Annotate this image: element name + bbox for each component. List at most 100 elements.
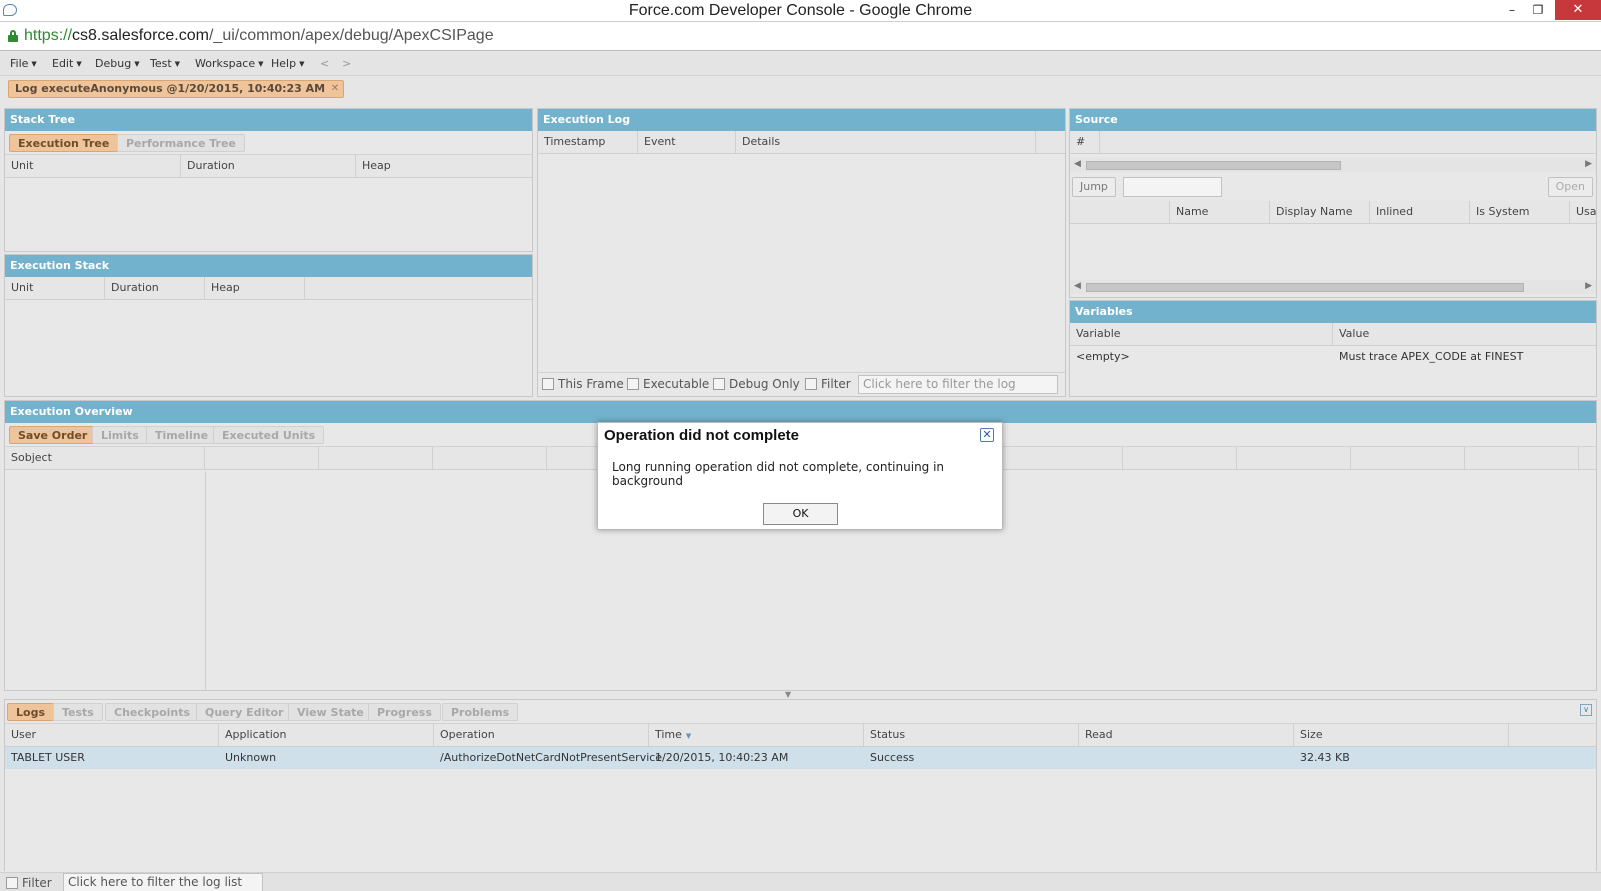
caret-down-icon: ▼ <box>258 60 264 68</box>
column-header[interactable] <box>1237 447 1351 469</box>
column-header[interactable]: Variable <box>1070 323 1333 345</box>
nav-forward-button[interactable]: > <box>342 57 351 70</box>
tab-checkpoints[interactable]: Checkpoints <box>105 703 200 721</box>
column-divider <box>205 471 206 690</box>
window-titlebar: Force.com Developer Console - Google Chr… <box>0 0 1601 22</box>
menu-debug[interactable]: Debug ▼ <box>95 57 140 70</box>
scroll-right-icon[interactable]: ▶ <box>1585 281 1592 291</box>
tab-timeline[interactable]: Timeline <box>146 426 218 444</box>
tab-tests[interactable]: Tests <box>53 703 103 721</box>
operation-dialog: Operation did not complete ✕ Long runnin… <box>597 422 1003 530</box>
tab-execution-tree[interactable]: Execution Tree <box>9 134 119 152</box>
tab-limits[interactable]: Limits <box>92 426 148 444</box>
log-filter-input[interactable]: Click here to filter the log <box>858 375 1058 394</box>
log-list-filter-checkbox[interactable]: Filter <box>6 876 52 890</box>
menu-help[interactable]: Help ▼ <box>271 57 304 70</box>
caret-down-icon: ▼ <box>76 60 82 68</box>
column-header[interactable]: Size <box>1294 724 1509 746</box>
column-header[interactable]: Details <box>736 131 1036 153</box>
column-header[interactable]: Name <box>1170 201 1270 223</box>
column-header[interactable]: Inlined <box>1370 201 1470 223</box>
url-text[interactable]: https://cs8.salesforce.com/_ui/common/ap… <box>24 27 494 45</box>
column-header[interactable] <box>1009 447 1123 469</box>
address-bar[interactable]: https://cs8.salesforce.com/_ui/common/ap… <box>0 22 1601 51</box>
column-header[interactable] <box>205 447 319 469</box>
log-list-filter-bar: Filter Click here to filter the log list <box>0 872 1601 891</box>
column-header[interactable]: Heap <box>356 155 532 177</box>
column-header[interactable]: Sobject <box>5 447 205 469</box>
column-header[interactable]: Status <box>864 724 1079 746</box>
column-header[interactable] <box>1465 447 1579 469</box>
log-tab[interactable]: Log executeAnonymous @1/20/2015, 10:40:2… <box>8 80 345 98</box>
column-header[interactable]: Unit <box>5 155 181 177</box>
column-header[interactable]: Unit <box>5 277 105 299</box>
table-row[interactable]: <empty> Must trace APEX_CODE at FINEST <box>1070 346 1596 368</box>
ok-button[interactable]: OK <box>763 503 838 525</box>
symbols-hscrollbar[interactable]: ◀ ▶ <box>1070 280 1596 294</box>
tab-view-state[interactable]: View State <box>288 703 373 721</box>
restore-icon[interactable]: ❐ <box>1525 0 1551 20</box>
minimize-icon[interactable]: – <box>1499 0 1525 20</box>
collapse-panel-icon[interactable]: ∨ <box>1580 704 1592 716</box>
tab-executed-units[interactable]: Executed Units <box>213 426 325 444</box>
column-header[interactable]: Value <box>1333 323 1596 345</box>
menu-file[interactable]: File ▼ <box>10 57 37 70</box>
console-menubar: File ▼ Edit ▼ Debug ▼ Test ▼ Workspace ▼ Help… <box>0 52 1601 76</box>
log-application: Unknown <box>225 751 277 764</box>
column-header[interactable]: Duration <box>105 277 205 299</box>
scroll-left-icon[interactable]: ◀ <box>1074 281 1081 291</box>
column-header[interactable]: Is System <box>1470 201 1570 223</box>
lock-icon <box>8 30 18 42</box>
scroll-left-icon[interactable]: ◀ <box>1074 159 1081 169</box>
column-header[interactable]: Application <box>219 724 434 746</box>
tab-progress[interactable]: Progress <box>368 703 441 721</box>
stack-tree-panel: Stack Tree Execution Tree Performance Tr… <box>4 108 533 252</box>
jump-input[interactable] <box>1123 177 1222 197</box>
tab-query-editor[interactable]: Query Editor <box>196 703 293 721</box>
log-read <box>1079 747 1085 769</box>
tab-save-order[interactable]: Save Order <box>9 426 97 444</box>
source-hscrollbar[interactable]: ◀ ▶ <box>1070 158 1596 172</box>
close-icon[interactable]: ✕ <box>980 428 994 442</box>
panel-title: Source <box>1070 109 1596 131</box>
column-header[interactable]: Event <box>638 131 736 153</box>
menu-workspace[interactable]: Workspace ▼ <box>195 57 264 70</box>
filter-checkbox[interactable]: Filter <box>805 377 851 391</box>
table-row[interactable]: TABLET USER Unknown /AuthorizeDotNetCard… <box>5 747 1596 769</box>
close-tab-icon[interactable]: ✕ <box>331 81 339 97</box>
panel-title: Execution Overview <box>5 401 1596 423</box>
column-header[interactable]: User <box>5 724 219 746</box>
debug-only-checkbox[interactable]: Debug Only <box>713 377 800 391</box>
log-time: 1/20/2015, 10:40:23 AM <box>655 751 789 764</box>
column-header[interactable]: Heap <box>205 277 305 299</box>
column-header[interactable]: Duration <box>181 155 356 177</box>
column-header[interactable]: Operation <box>434 724 649 746</box>
column-header[interactable] <box>1123 447 1237 469</box>
tab-logs[interactable]: Logs <box>7 703 54 721</box>
tab-performance-tree[interactable]: Performance Tree <box>117 134 245 152</box>
column-header-sorted[interactable]: Time ▼ <box>649 724 864 746</box>
tab-problems[interactable]: Problems <box>442 703 519 721</box>
column-header[interactable]: Display Name <box>1270 201 1370 223</box>
open-button[interactable]: Open <box>1547 177 1593 197</box>
this-frame-checkbox[interactable]: This Frame <box>542 377 624 391</box>
column-header[interactable]: Timestamp <box>538 131 638 153</box>
column-header[interactable]: Read <box>1079 724 1294 746</box>
menu-edit[interactable]: Edit ▼ <box>52 57 82 70</box>
menu-test[interactable]: Test ▼ <box>150 57 180 70</box>
log-user: TABLET USER <box>11 751 85 764</box>
close-window-button[interactable]: ✕ <box>1555 0 1601 20</box>
splitter-handle-icon[interactable]: ▼ <box>785 690 791 699</box>
column-header[interactable] <box>1351 447 1465 469</box>
column-header[interactable] <box>1070 201 1170 223</box>
scroll-right-icon[interactable]: ▶ <box>1585 159 1592 169</box>
column-header[interactable]: Usag <box>1570 201 1596 223</box>
log-list-filter-input[interactable]: Click here to filter the log list <box>63 873 263 891</box>
sort-desc-icon: ▼ <box>685 732 692 740</box>
column-header[interactable] <box>433 447 547 469</box>
jump-button[interactable]: Jump <box>1072 177 1116 197</box>
column-header[interactable] <box>319 447 433 469</box>
nav-back-button[interactable]: < <box>320 57 329 70</box>
panel-title: Stack Tree <box>5 109 532 131</box>
executable-checkbox[interactable]: Executable <box>627 377 709 391</box>
